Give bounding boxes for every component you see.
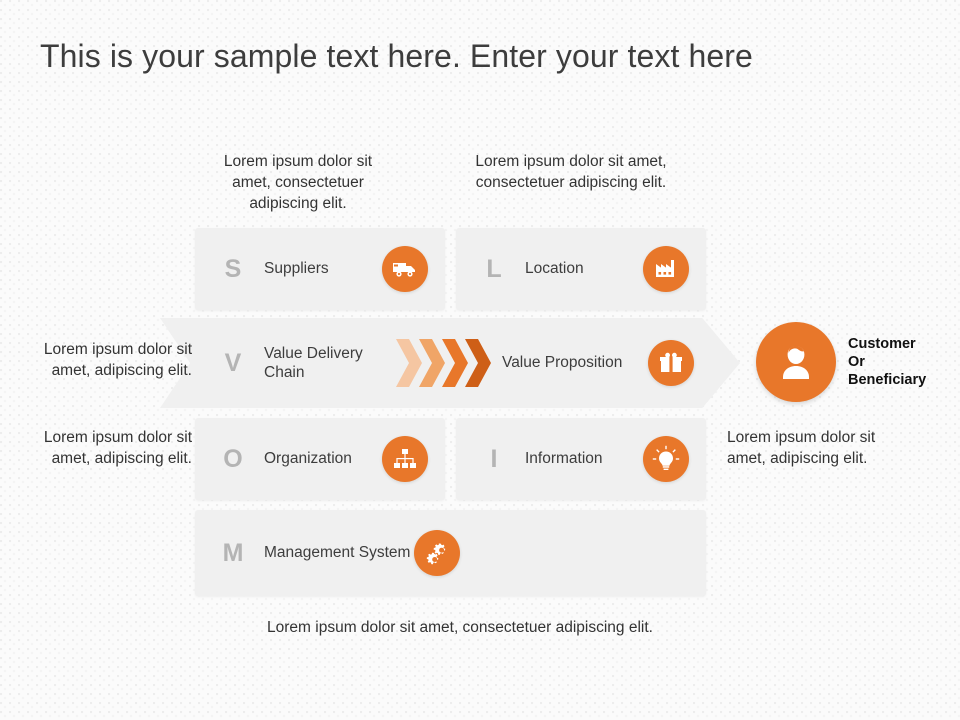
- truck-icon: [382, 246, 428, 292]
- customer-label: Customer Or Beneficiary: [848, 335, 926, 390]
- caption-top-right: Lorem ipsum dolor sit amet, consectetuer…: [475, 153, 667, 191]
- caption-top-left: Lorem ipsum dolor sit amet, consectetuer…: [223, 153, 373, 212]
- page-title: This is your sample text here. Enter you…: [40, 38, 753, 74]
- chevron-4-icon: [465, 339, 491, 387]
- lightbulb-icon: [643, 436, 689, 482]
- row-organization[interactable]: O Organization: [195, 418, 445, 500]
- gears-icon: [414, 530, 460, 576]
- suppliers-label: Suppliers: [264, 260, 329, 278]
- value-delivery-label: Value Delivery Chain: [264, 344, 363, 381]
- row-value-delivery-chain[interactable]: V Value Delivery Chain Value Proposition: [160, 318, 740, 408]
- factory-icon: [643, 246, 689, 292]
- slide-canvas: This is your sample text here. Enter you…: [0, 0, 960, 720]
- suppliers-letter: S: [224, 254, 242, 283]
- row-information[interactable]: I Information: [456, 418, 706, 500]
- management-system-label: Management System: [264, 544, 411, 562]
- location-label: Location: [525, 260, 584, 278]
- row-suppliers[interactable]: S Suppliers: [195, 228, 445, 310]
- value-proposition-label: Value Proposition: [502, 354, 623, 372]
- chevron-progress-group: [396, 339, 491, 387]
- row-management-system[interactable]: M Management System: [195, 510, 706, 596]
- org-chart-icon: [382, 436, 428, 482]
- information-label: Information: [525, 450, 603, 468]
- row-location[interactable]: L Location: [456, 228, 706, 310]
- value-delivery-letter: V: [224, 348, 242, 377]
- gift-icon: [648, 340, 694, 386]
- customer-block[interactable]: Customer Or Beneficiary: [756, 322, 926, 402]
- caption-left-middle: Lorem ipsum dolor sit amet, adipiscing e…: [43, 341, 192, 379]
- organization-letter: O: [223, 444, 243, 473]
- location-letter: L: [486, 254, 502, 283]
- organization-label: Organization: [264, 450, 352, 468]
- person-icon: [756, 322, 836, 402]
- caption-bottom: Lorem ipsum dolor sit amet, consectetuer…: [267, 619, 653, 636]
- management-system-letter: M: [222, 538, 244, 567]
- information-letter: I: [490, 444, 498, 473]
- caption-left-lower: Lorem ipsum dolor sit amet, adipiscing e…: [43, 429, 192, 467]
- customer-line-1: Customer: [848, 335, 916, 352]
- customer-line-2: Or: [848, 353, 865, 370]
- caption-right-lower: Lorem ipsum dolor sit amet, adipiscing e…: [727, 429, 876, 467]
- customer-line-3: Beneficiary: [848, 372, 927, 389]
